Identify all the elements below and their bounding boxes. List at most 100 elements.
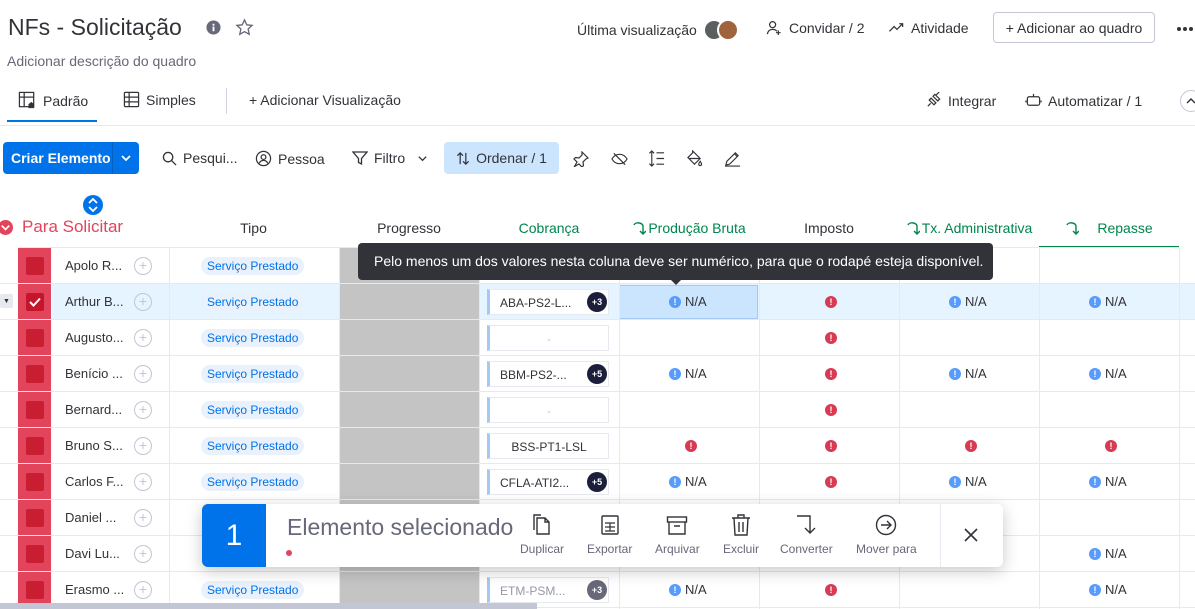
info-icon: ! — [669, 367, 681, 380]
info-icon: ! — [949, 295, 961, 308]
row-divider — [0, 463, 1195, 464]
item-name[interactable]: Erasmo ... — [65, 582, 124, 597]
row-checkbox[interactable] — [26, 545, 44, 563]
error-icon: ! — [825, 476, 837, 488]
action-label: Excluir — [723, 542, 760, 556]
tipo-badge[interactable]: Serviço Prestado — [201, 401, 305, 419]
row-checkbox[interactable] — [26, 293, 44, 311]
add-person-icon[interactable]: + — [134, 581, 152, 599]
error-icon: ! — [825, 584, 837, 596]
value-label: N/A — [685, 474, 707, 489]
row-divider — [0, 319, 1195, 320]
selection-count: 1 — [202, 504, 266, 567]
tipo-badge[interactable]: Serviço Prestado — [201, 329, 305, 347]
row-divider — [0, 355, 1195, 356]
error-icon: ! — [685, 440, 697, 452]
row-checkbox[interactable] — [26, 257, 44, 275]
column-divider — [1179, 248, 1180, 609]
repasse-value: ! N/A — [1089, 474, 1127, 489]
repasse-value: ! N/A — [1089, 546, 1127, 561]
more-files-count[interactable]: +5 — [587, 364, 607, 384]
error-icon: ! — [825, 332, 837, 344]
error-icon: ! — [1105, 440, 1117, 452]
tipo-badge[interactable]: Serviço Prestado — [201, 257, 305, 275]
value-label: N/A — [965, 366, 987, 381]
info-icon: ! — [1089, 475, 1101, 488]
add-person-icon[interactable]: + — [134, 329, 152, 347]
cobranca-cell[interactable]: - — [487, 325, 609, 351]
row-divider — [0, 499, 1195, 500]
export-button[interactable]: Exportar — [587, 514, 632, 556]
action-label: Converter — [780, 542, 833, 556]
repasse-value: ! N/A — [1089, 294, 1127, 309]
selection-action-bar: 1 Elemento selecionado Duplicar Exportar… — [202, 504, 1003, 567]
row-checkbox[interactable] — [26, 401, 44, 419]
item-name[interactable]: Bruno S... — [65, 438, 123, 453]
repasse-value: ! N/A — [1089, 582, 1127, 597]
tx-administrativa-value: ! N/A — [949, 366, 987, 381]
info-icon: ! — [1089, 547, 1101, 560]
item-name[interactable]: Apolo R... — [65, 258, 122, 273]
item-name[interactable]: Augusto... — [65, 330, 124, 345]
add-person-icon[interactable]: + — [134, 545, 152, 563]
cobranca-cell[interactable]: - — [487, 397, 609, 423]
value-label: N/A — [965, 474, 987, 489]
tipo-badge[interactable]: Serviço Prestado — [201, 581, 305, 599]
duplicate-button[interactable]: Duplicar — [520, 514, 564, 556]
convert-button[interactable]: Converter — [780, 514, 833, 556]
error-icon: ! — [825, 296, 837, 308]
horizontal-scrollbar[interactable] — [0, 603, 537, 609]
error-icon: ! — [825, 404, 837, 416]
item-name[interactable]: Carlos F... — [65, 474, 124, 489]
duplicate-icon — [532, 514, 552, 536]
tipo-badge[interactable]: Serviço Prestado — [201, 365, 305, 383]
add-person-icon[interactable]: + — [134, 365, 152, 383]
item-name[interactable]: Bernard... — [65, 402, 122, 417]
item-name[interactable]: Arthur B... — [65, 294, 124, 309]
action-label: Duplicar — [520, 542, 565, 556]
add-person-icon[interactable]: + — [134, 401, 152, 419]
tx-administrativa-value: ! N/A — [949, 294, 987, 309]
progress-cell — [339, 356, 479, 391]
delete-button[interactable]: Excluir — [723, 514, 759, 556]
add-person-icon[interactable]: + — [134, 437, 152, 455]
progress-cell — [339, 284, 479, 319]
tipo-badge[interactable]: Serviço Prestado — [201, 293, 305, 311]
row-checkbox[interactable] — [26, 473, 44, 491]
more-files-count[interactable]: +3 — [587, 580, 607, 600]
error-icon: ! — [825, 368, 837, 380]
item-name[interactable]: Daniel ... — [65, 510, 116, 525]
close-icon[interactable] — [964, 528, 978, 542]
chevron-down-icon: ▼ — [3, 298, 10, 305]
column-divider — [169, 248, 170, 609]
add-person-icon[interactable]: + — [134, 473, 152, 491]
move-to-button[interactable]: Mover para — [856, 514, 917, 556]
row-checkbox[interactable] — [26, 437, 44, 455]
tipo-badge[interactable]: Serviço Prestado — [201, 437, 305, 455]
item-name[interactable]: Benício ... — [65, 366, 123, 381]
info-icon: ! — [1089, 295, 1101, 308]
add-person-icon[interactable]: + — [134, 509, 152, 527]
info-icon: ! — [949, 475, 961, 488]
tipo-badge[interactable]: Serviço Prestado — [201, 473, 305, 491]
value-label: N/A — [1105, 582, 1127, 597]
tx-administrativa-value: ! N/A — [949, 474, 987, 489]
row-checkbox[interactable] — [26, 581, 44, 599]
row-checkbox[interactable] — [26, 509, 44, 527]
add-person-icon[interactable]: + — [134, 293, 152, 311]
item-name[interactable]: Davi Lu... — [65, 546, 120, 561]
progress-cell — [339, 428, 479, 463]
more-files-count[interactable]: +5 — [587, 472, 607, 492]
repasse-value: ! N/A — [1089, 366, 1127, 381]
info-icon: ! — [1089, 367, 1101, 380]
progress-cell — [339, 392, 479, 427]
more-files-count[interactable]: +3 — [587, 292, 607, 312]
cobranca-cell[interactable]: BSS-PT1-LSL — [487, 433, 609, 459]
add-person-icon[interactable]: + — [134, 257, 152, 275]
archive-button[interactable]: Arquivar — [655, 514, 700, 556]
producao-bruta-value: ! N/A — [669, 294, 707, 309]
row-checkbox[interactable] — [26, 329, 44, 347]
row-checkbox[interactable] — [26, 365, 44, 383]
selection-divider — [940, 504, 941, 567]
trash-icon — [731, 514, 751, 536]
